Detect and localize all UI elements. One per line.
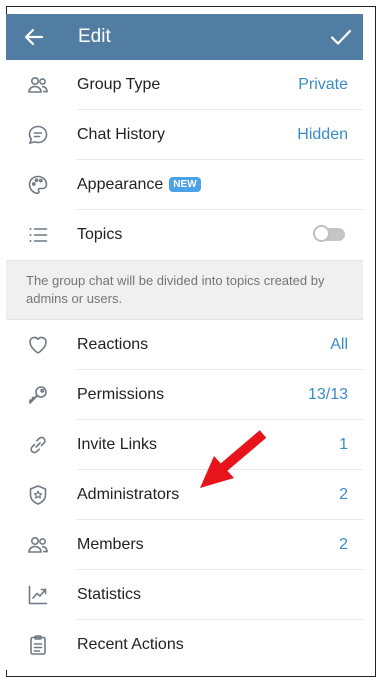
topics-info-text: The group chat will be divided into topi… xyxy=(6,260,363,320)
clipboard-icon xyxy=(26,633,50,657)
row-members[interactable]: Members 2 xyxy=(6,520,363,570)
row-label: Chat History xyxy=(77,126,166,143)
row-value: Private xyxy=(298,76,348,93)
row-value: Hidden xyxy=(297,126,348,143)
row-label: Group Type xyxy=(77,76,161,93)
page-title: Edit xyxy=(78,26,111,47)
row-label: Appearance NEW xyxy=(77,160,201,210)
row-value: 13/13 xyxy=(307,386,348,403)
row-statistics[interactable]: Statistics xyxy=(6,570,363,620)
checkmark-icon[interactable] xyxy=(329,25,353,49)
list-icon xyxy=(26,223,50,247)
shield-star-icon xyxy=(26,483,50,507)
row-value: 2 xyxy=(339,486,348,503)
row-administrators[interactable]: Administrators 2 xyxy=(6,470,363,520)
group-icon xyxy=(26,533,50,557)
row-label: Reactions xyxy=(77,336,149,353)
chart-icon xyxy=(26,583,50,607)
row-permissions[interactable]: Permissions 13/13 xyxy=(6,370,363,420)
row-label: Administrators xyxy=(77,486,180,503)
row-recent-actions[interactable]: Recent Actions xyxy=(6,620,363,670)
row-value: 1 xyxy=(339,436,348,453)
heart-icon xyxy=(26,333,50,357)
row-label: Members xyxy=(77,536,144,553)
row-label: Statistics xyxy=(77,586,142,603)
row-label: Topics xyxy=(77,226,123,243)
row-invite-links[interactable]: Invite Links 1 xyxy=(6,420,363,470)
top-app-bar: Edit xyxy=(6,14,363,60)
key-icon xyxy=(26,383,50,407)
row-chat-history[interactable]: Chat History Hidden xyxy=(6,110,363,160)
row-appearance[interactable]: Appearance NEW xyxy=(6,160,363,210)
toggle-knob xyxy=(313,225,330,242)
row-topics[interactable]: Topics xyxy=(6,210,363,260)
chat-bubble-icon xyxy=(26,123,50,147)
topics-toggle[interactable] xyxy=(313,225,347,242)
row-label: Recent Actions xyxy=(77,636,184,653)
row-value: All xyxy=(330,336,348,353)
row-label: Permissions xyxy=(77,386,165,403)
row-reactions[interactable]: Reactions All xyxy=(6,320,363,370)
group-icon xyxy=(26,73,50,97)
row-label: Invite Links xyxy=(77,436,158,453)
palette-icon xyxy=(26,173,50,197)
row-group-type[interactable]: Group Type Private xyxy=(6,60,363,110)
back-arrow-icon[interactable] xyxy=(22,25,46,49)
new-badge: NEW xyxy=(169,177,201,192)
link-icon xyxy=(26,433,50,457)
settings-list: Group Type Private Chat History Hidden A… xyxy=(6,60,363,670)
appearance-label: Appearance xyxy=(77,176,164,193)
red-arrow-icon xyxy=(196,430,276,494)
row-value: 2 xyxy=(339,536,348,553)
